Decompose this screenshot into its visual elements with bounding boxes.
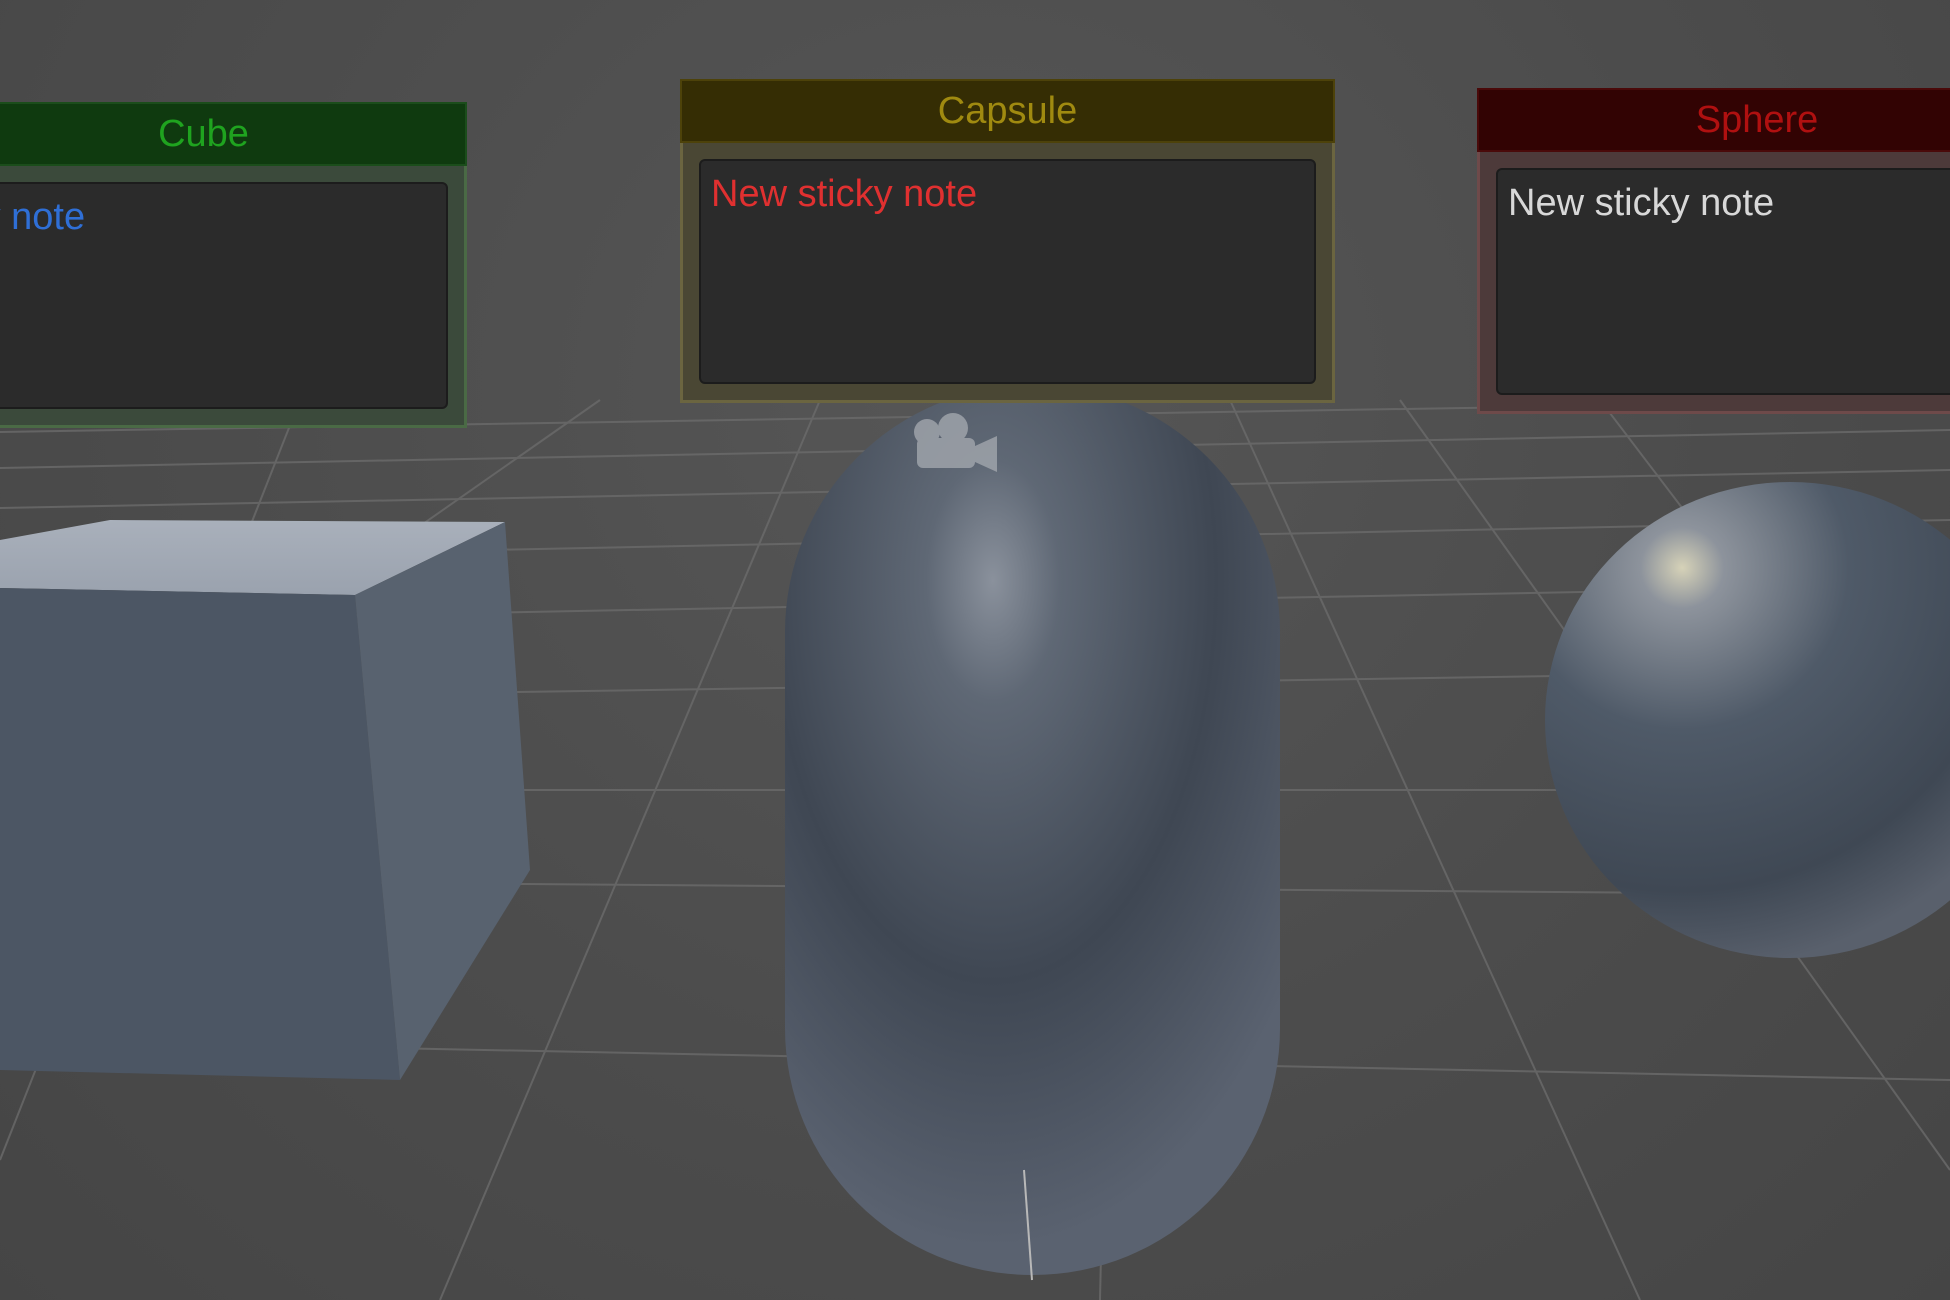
sphere-object[interactable] <box>1545 482 1950 958</box>
sticky-note-text[interactable]: New sticky note <box>1496 168 1950 395</box>
sticky-note-title[interactable]: Sphere <box>1477 88 1950 152</box>
scene-view[interactable]: Cube New sticky note Capsule New sticky … <box>0 0 1950 1300</box>
camera-icon[interactable] <box>905 410 1005 480</box>
cube-object[interactable] <box>0 520 530 1080</box>
sticky-note-text[interactable]: New sticky note <box>0 182 448 409</box>
sticky-note-sphere[interactable]: Sphere New sticky note <box>1477 88 1950 414</box>
capsule-object[interactable] <box>785 270 1280 1281</box>
sticky-note-title[interactable]: Cube <box>0 102 467 166</box>
sticky-note-capsule[interactable]: Capsule New sticky note <box>680 79 1335 403</box>
sticky-note-text[interactable]: New sticky note <box>699 159 1316 384</box>
sticky-note-body: New sticky note <box>0 166 467 428</box>
sticky-note-cube[interactable]: Cube New sticky note <box>0 102 467 428</box>
sticky-note-body: New sticky note <box>1477 152 1950 414</box>
sticky-note-title[interactable]: Capsule <box>680 79 1335 143</box>
sticky-note-body: New sticky note <box>680 143 1335 403</box>
